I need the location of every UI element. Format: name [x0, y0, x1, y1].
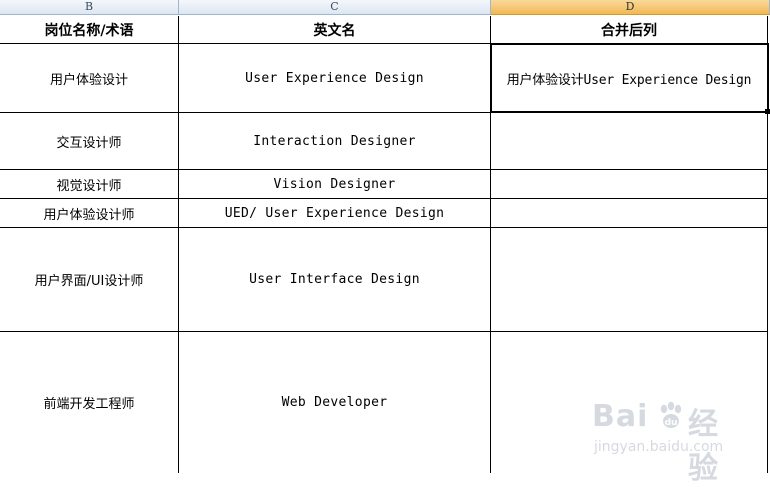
table-row-header: 岗位名称/术语 英文名 合并后列 [0, 16, 770, 44]
cell-d7[interactable] [491, 332, 768, 473]
table-row: 用户界面/UI设计师 User Interface Design [0, 228, 770, 332]
column-header-c[interactable]: C [179, 0, 491, 15]
cell-b6[interactable]: 用户界面/UI设计师 [0, 228, 179, 332]
cell-d2-selected[interactable]: 用户体验设计User Experience Design [491, 44, 768, 113]
cell-c5[interactable]: UED/ User Experience Design [179, 199, 491, 228]
cell-d5[interactable] [491, 199, 768, 228]
cell-c6[interactable]: User Interface Design [179, 228, 491, 332]
table-row: 前端开发工程师 Web Developer [0, 332, 770, 473]
cell-b3[interactable]: 交互设计师 [0, 113, 179, 170]
spreadsheet: B C D 岗位名称/术语 英文名 合并后列 用户体验设计 User Exper… [0, 0, 770, 486]
cell-c3[interactable]: Interaction Designer [179, 113, 491, 170]
table-row: 交互设计师 Interaction Designer [0, 113, 770, 170]
cell-c1[interactable]: 英文名 [179, 16, 491, 44]
cell-d6[interactable] [491, 228, 768, 332]
cell-d4[interactable] [491, 170, 768, 199]
cell-d3[interactable] [491, 113, 768, 170]
cell-c7[interactable]: Web Developer [179, 332, 491, 473]
table-row: 用户体验设计 User Experience Design 用户体验设计User… [0, 44, 770, 113]
column-header-b[interactable]: B [0, 0, 179, 15]
cell-d1[interactable]: 合并后列 [491, 16, 768, 44]
cell-b4[interactable]: 视觉设计师 [0, 170, 179, 199]
cell-c4[interactable]: Vision Designer [179, 170, 491, 199]
cell-b2[interactable]: 用户体验设计 [0, 44, 179, 113]
table-row: 用户体验设计师 UED/ User Experience Design [0, 199, 770, 228]
merged-value: 用户体验设计User Experience Design [506, 72, 752, 88]
cell-c2[interactable]: User Experience Design [179, 44, 491, 113]
table-row: 视觉设计师 Vision Designer [0, 170, 770, 199]
cell-b1[interactable]: 岗位名称/术语 [0, 16, 179, 44]
column-headers: B C D [0, 0, 770, 16]
cell-b7[interactable]: 前端开发工程师 [0, 332, 179, 473]
cell-b5[interactable]: 用户体验设计师 [0, 199, 179, 228]
fill-handle[interactable] [765, 109, 770, 114]
column-header-d[interactable]: D [491, 0, 770, 15]
